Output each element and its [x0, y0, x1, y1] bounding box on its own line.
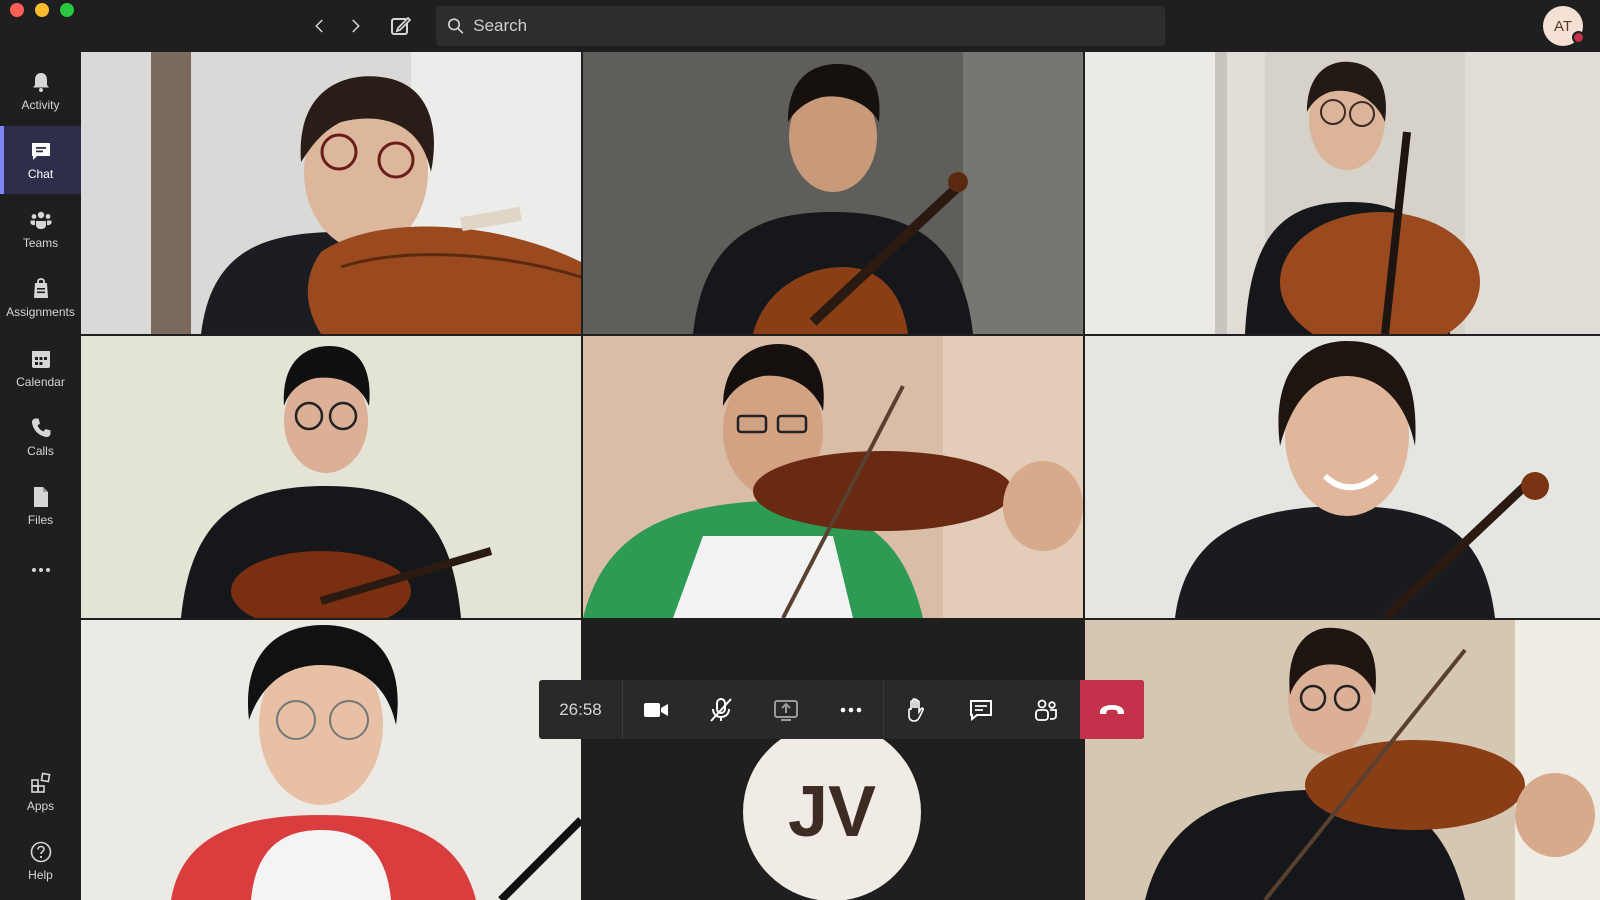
- video-grid: JV: [81, 52, 1600, 900]
- search-input[interactable]: [473, 16, 1165, 36]
- sidebar-item-assignments[interactable]: Assignments: [0, 264, 81, 332]
- more-icon: [31, 568, 50, 572]
- participant-video-image: [81, 52, 581, 334]
- minimize-window-button[interactable]: [35, 3, 49, 17]
- sidebar-item-chat[interactable]: Chat: [0, 126, 81, 194]
- assignments-icon: [33, 278, 48, 298]
- mic-off-icon: [709, 697, 732, 722]
- more-actions-icon: [840, 707, 861, 712]
- teams-icon: [30, 211, 51, 229]
- sidebar-item-label: Teams: [22, 236, 59, 250]
- sidebar-item-apps[interactable]: Apps: [0, 758, 81, 826]
- camera-toggle-button[interactable]: [623, 680, 688, 739]
- more-actions-button[interactable]: [818, 680, 883, 739]
- participant-video-image: [583, 336, 1083, 618]
- participant-video-tile[interactable]: [1085, 336, 1600, 618]
- share-screen-icon: [773, 699, 798, 721]
- help-icon: [30, 841, 51, 863]
- calendar-icon: [31, 351, 50, 368]
- participants-icon: [1034, 699, 1057, 721]
- sidebar-item-teams[interactable]: Teams: [0, 195, 81, 263]
- sidebar-item-label: Assignments: [6, 305, 75, 319]
- user-initials: AT: [1553, 17, 1573, 35]
- close-window-button[interactable]: [10, 3, 24, 17]
- participant-video-tile[interactable]: [1085, 620, 1600, 900]
- participant-video-image: [81, 336, 581, 618]
- title-bar: AT: [0, 0, 1600, 52]
- apps-icon: [30, 772, 50, 793]
- sidebar-item-calendar[interactable]: Calendar: [0, 334, 81, 402]
- maximize-window-button[interactable]: [60, 3, 74, 17]
- sidebar-item-activity[interactable]: Activity: [0, 57, 81, 125]
- sidebar-item-label: Help: [28, 868, 53, 882]
- participant-video-tile[interactable]: [81, 620, 581, 900]
- hang-up-icon: [1100, 704, 1124, 714]
- participant-video-image: [81, 620, 581, 900]
- participant-video-tile[interactable]: [81, 336, 581, 618]
- sidebar-item-label: Activity: [21, 98, 60, 112]
- forward-button[interactable]: [343, 14, 367, 38]
- sidebar-item-label: Apps: [26, 799, 55, 813]
- sidebar-item-calls[interactable]: Calls: [0, 403, 81, 471]
- raise-hand-icon: [908, 697, 925, 722]
- call-timer: 26:58: [539, 680, 623, 739]
- phone-icon: [31, 418, 50, 438]
- participant-video-tile[interactable]: [81, 52, 581, 334]
- participant-video-tile[interactable]: [1085, 52, 1600, 334]
- participant-video-image: [583, 52, 1083, 334]
- hang-up-button[interactable]: [1080, 680, 1144, 739]
- sidebar-item-label: Chat: [27, 167, 54, 181]
- presence-status-badge: [1572, 31, 1585, 44]
- participant-avatar: JV: [743, 723, 921, 900]
- participant-video-image: [1085, 620, 1600, 900]
- sidebar-item-help[interactable]: Help: [0, 827, 81, 895]
- search-icon: [448, 18, 464, 34]
- mic-toggle-button[interactable]: [688, 680, 753, 739]
- chevron-right-icon: [352, 19, 360, 33]
- sidebar-item-files[interactable]: Files: [0, 472, 81, 540]
- chat-icon: [969, 699, 992, 721]
- show-participants-button[interactable]: [1013, 680, 1078, 739]
- user-avatar[interactable]: AT: [1543, 6, 1585, 46]
- sidebar-item-label: Calendar: [16, 375, 65, 389]
- app-sidebar: Activity Chat Teams Assignments Calendar…: [0, 52, 81, 900]
- participant-video-image: [1085, 336, 1600, 618]
- raise-hand-button[interactable]: [883, 680, 948, 739]
- bell-icon: [32, 73, 49, 92]
- chat-icon: [31, 143, 50, 160]
- show-conversation-button[interactable]: [948, 680, 1013, 739]
- share-screen-button[interactable]: [753, 680, 818, 739]
- sidebar-item-label: Files: [27, 513, 54, 527]
- sidebar-more-button[interactable]: [0, 552, 81, 592]
- new-chat-button[interactable]: [387, 12, 415, 40]
- back-button[interactable]: [308, 14, 332, 38]
- camera-icon: [643, 702, 668, 717]
- participant-video-tile[interactable]: [583, 336, 1083, 618]
- chevron-left-icon: [315, 19, 323, 33]
- compose-icon: [391, 16, 412, 35]
- participant-video-tile[interactable]: [583, 52, 1083, 334]
- participant-tile-jv[interactable]: JV: [583, 620, 1083, 900]
- participant-initials: JV: [787, 772, 877, 852]
- call-controls-bar: 26:58: [539, 680, 1144, 739]
- participant-video-image: [1085, 52, 1600, 334]
- search-bar[interactable]: [436, 6, 1165, 46]
- sidebar-item-label: Calls: [27, 444, 54, 458]
- file-icon: [33, 487, 48, 507]
